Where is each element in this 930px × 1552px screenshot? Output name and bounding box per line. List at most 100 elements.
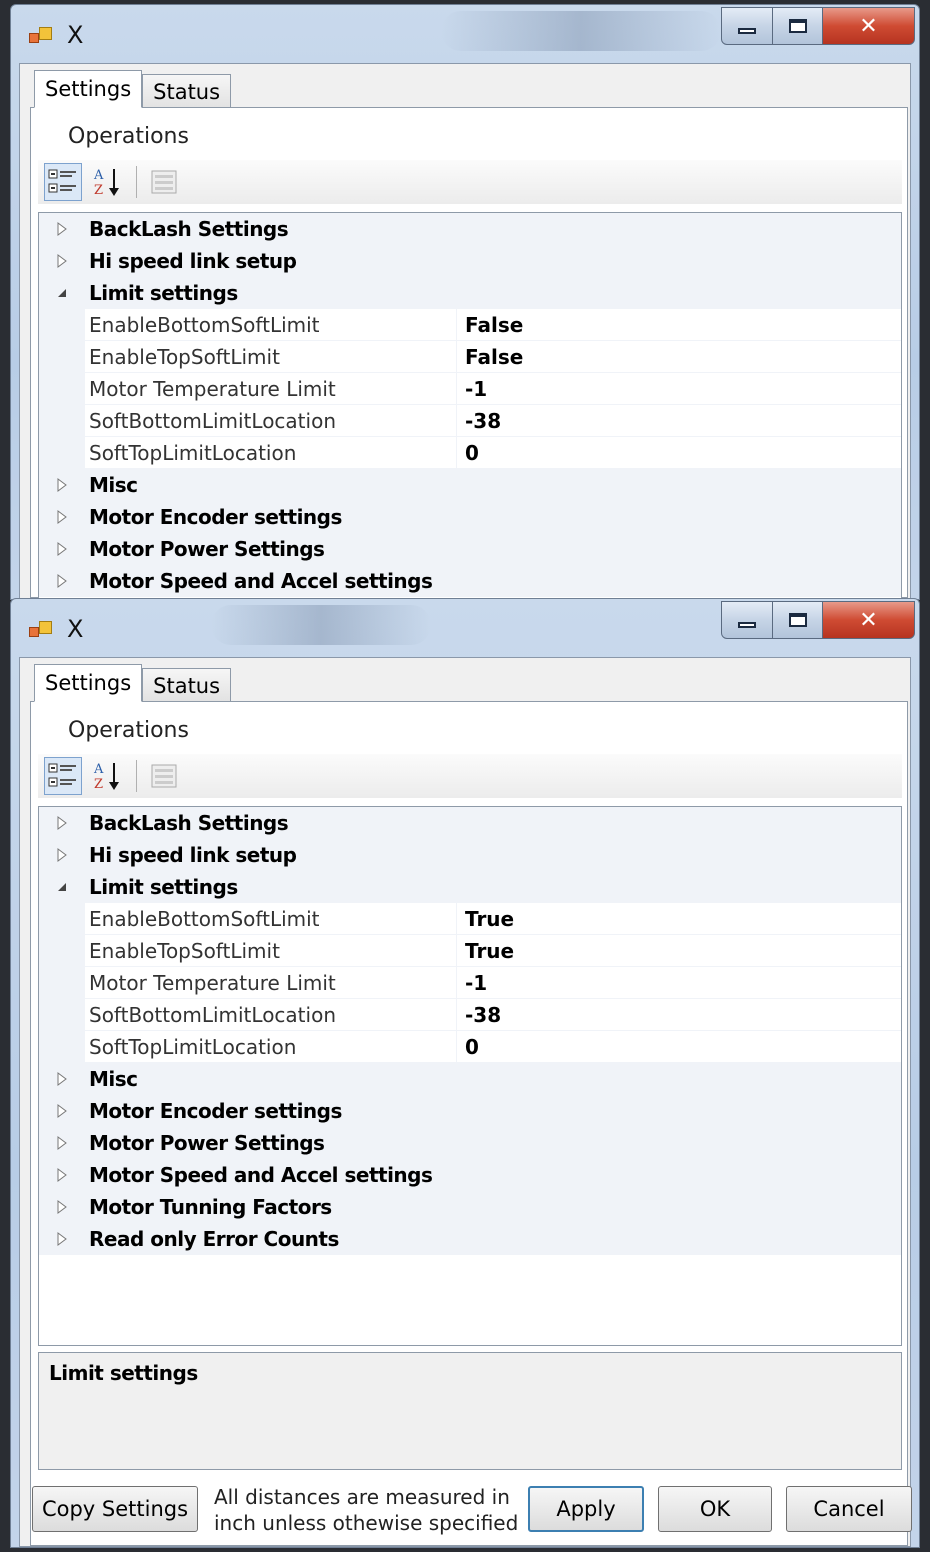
expanded-triangle-icon[interactable] — [39, 277, 85, 309]
category-row[interactable]: Limit settings — [39, 277, 901, 309]
tab-strip: Settings Status — [34, 664, 232, 702]
client-area: Settings Status Operations AZ BackLash S… — [19, 63, 911, 599]
button-bar: Copy Settings All distances are measured… — [20, 1476, 912, 1546]
category-row[interactable]: Misc — [39, 1063, 901, 1095]
property-row[interactable]: EnableTopSoftLimit True — [39, 935, 901, 967]
category-row[interactable]: Motor Power Settings — [39, 533, 901, 565]
property-value[interactable]: 0 — [457, 1031, 901, 1063]
minimize-button[interactable] — [721, 7, 773, 45]
property-name: EnableTopSoftLimit — [85, 341, 457, 373]
expanded-triangle-icon[interactable] — [39, 871, 85, 903]
category-row[interactable]: Motor Speed and Accel settings — [39, 1159, 901, 1191]
category-row[interactable]: Motor Speed and Accel settings — [39, 565, 901, 597]
collapsed-triangle-icon[interactable] — [39, 1223, 85, 1255]
sort-alphabetical-icon[interactable]: AZ — [88, 757, 126, 795]
properties-window-1: X ✕ Settings Status Operations AZ BackLa… — [10, 4, 920, 600]
property-value[interactable]: -38 — [457, 999, 901, 1031]
close-button[interactable]: ✕ — [823, 601, 915, 639]
property-row[interactable]: EnableBottomSoftLimit False — [39, 309, 901, 341]
property-value[interactable]: True — [457, 903, 901, 935]
categorized-view-icon[interactable] — [44, 757, 82, 795]
row-gutter — [39, 309, 85, 341]
collapsed-triangle-icon[interactable] — [39, 469, 85, 501]
property-name: SoftTopLimitLocation — [85, 1031, 457, 1063]
property-row[interactable]: Motor Temperature Limit -1 — [39, 967, 901, 999]
category-label: Motor Encoder settings — [89, 505, 342, 529]
category-row[interactable]: Motor Encoder settings — [39, 1095, 901, 1127]
minimize-icon — [738, 28, 756, 34]
close-button[interactable]: ✕ — [823, 7, 915, 45]
title-bar[interactable]: X ✕ — [11, 5, 919, 63]
category-row[interactable]: Motor Power Settings — [39, 1127, 901, 1159]
tab-settings[interactable]: Settings — [34, 664, 143, 702]
property-value[interactable]: -1 — [457, 373, 901, 405]
window-title: X — [67, 21, 84, 49]
collapsed-triangle-icon[interactable] — [39, 533, 85, 565]
description-pane: Limit settings — [38, 1352, 902, 1470]
operations-label: Operations — [68, 718, 189, 743]
property-name: SoftBottomLimitLocation — [85, 405, 457, 437]
category-row[interactable]: Read only Error Counts — [39, 1223, 901, 1255]
title-bar[interactable]: X ✕ — [11, 599, 919, 657]
ok-button[interactable]: OK — [658, 1486, 772, 1532]
property-value[interactable]: 0 — [457, 437, 901, 469]
minimize-button[interactable] — [721, 601, 773, 639]
property-row[interactable]: SoftTopLimitLocation 0 — [39, 437, 901, 469]
collapsed-triangle-icon[interactable] — [39, 245, 85, 277]
category-row[interactable]: Hi speed link setup — [39, 245, 901, 277]
tab-settings[interactable]: Settings — [34, 70, 143, 108]
collapsed-triangle-icon[interactable] — [39, 1159, 85, 1191]
collapsed-triangle-icon[interactable] — [39, 213, 85, 245]
property-value[interactable]: True — [457, 935, 901, 967]
tab-status[interactable]: Status — [142, 668, 232, 702]
property-row[interactable]: SoftBottomLimitLocation -38 — [39, 405, 901, 437]
categorized-view-icon[interactable] — [44, 163, 82, 201]
row-gutter — [39, 999, 85, 1031]
copy-settings-button[interactable]: Copy Settings — [32, 1486, 198, 1532]
client-area: Settings Status Operations AZ BackLash S… — [19, 657, 912, 1547]
category-label: Limit settings — [89, 875, 238, 899]
category-row[interactable]: Misc — [39, 469, 901, 501]
property-value[interactable]: False — [457, 341, 901, 373]
collapsed-triangle-icon[interactable] — [39, 1191, 85, 1223]
property-row[interactable]: SoftBottomLimitLocation -38 — [39, 999, 901, 1031]
collapsed-triangle-icon[interactable] — [39, 839, 85, 871]
maximize-button[interactable] — [773, 601, 823, 639]
category-row[interactable]: Motor Encoder settings — [39, 501, 901, 533]
property-row[interactable]: EnableBottomSoftLimit True — [39, 903, 901, 935]
property-value[interactable]: -38 — [457, 405, 901, 437]
collapsed-triangle-icon[interactable] — [39, 1127, 85, 1159]
apply-button[interactable]: Apply — [528, 1486, 644, 1532]
property-row[interactable]: SoftTopLimitLocation 0 — [39, 1031, 901, 1063]
svg-text:A: A — [93, 762, 104, 777]
category-row[interactable]: BackLash Settings — [39, 807, 901, 839]
category-row[interactable]: Limit settings — [39, 871, 901, 903]
row-gutter — [39, 935, 85, 967]
sort-alphabetical-icon[interactable]: AZ — [88, 163, 126, 201]
collapsed-triangle-icon[interactable] — [39, 1095, 85, 1127]
maximize-icon — [788, 19, 807, 33]
category-row[interactable]: BackLash Settings — [39, 213, 901, 245]
collapsed-triangle-icon[interactable] — [39, 565, 85, 597]
property-row[interactable]: Motor Temperature Limit -1 — [39, 373, 901, 405]
property-grid-toolbar: AZ — [38, 160, 902, 204]
property-grid[interactable]: BackLash Settings Hi speed link setup Limi… — [38, 806, 902, 1346]
property-pages-icon[interactable] — [145, 757, 183, 795]
property-value[interactable]: -1 — [457, 967, 901, 999]
category-label: Motor Tunning Factors — [89, 1195, 332, 1219]
tab-status[interactable]: Status — [142, 74, 232, 108]
category-row[interactable]: Motor Tunning Factors — [39, 1191, 901, 1223]
collapsed-triangle-icon[interactable] — [39, 807, 85, 839]
cancel-button[interactable]: Cancel — [786, 1486, 912, 1532]
property-value[interactable]: False — [457, 309, 901, 341]
maximize-button[interactable] — [773, 7, 823, 45]
property-grid[interactable]: BackLash Settings Hi speed link setup Limi… — [38, 212, 902, 599]
collapsed-triangle-icon[interactable] — [39, 1063, 85, 1095]
property-pages-icon[interactable] — [145, 163, 183, 201]
category-label: BackLash Settings — [89, 811, 289, 835]
collapsed-triangle-icon[interactable] — [39, 501, 85, 533]
property-row[interactable]: EnableTopSoftLimit False — [39, 341, 901, 373]
category-label: Motor Speed and Accel settings — [89, 1163, 433, 1187]
units-note: All distances are measured in inch unles… — [214, 1485, 519, 1535]
category-row[interactable]: Hi speed link setup — [39, 839, 901, 871]
